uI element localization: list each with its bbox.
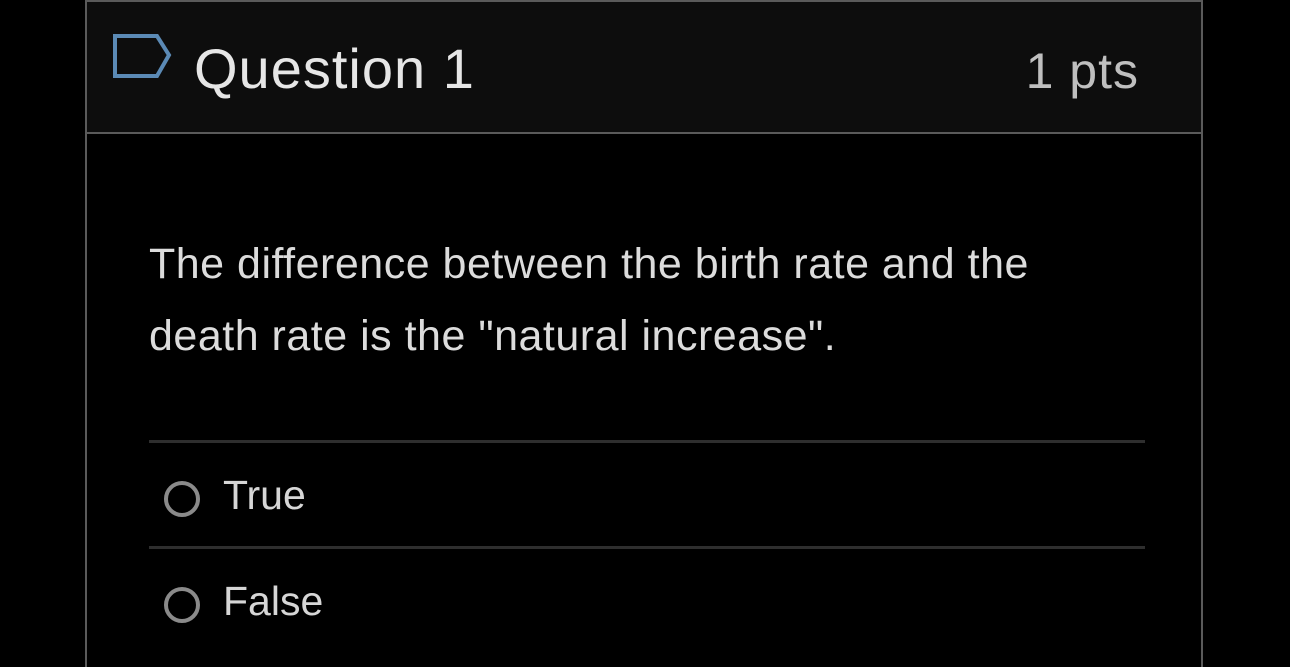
answer-option-true[interactable]: True: [149, 443, 1145, 546]
radio-button-false[interactable]: [164, 586, 200, 623]
question-card: Question 1 1 pts The difference between …: [85, 0, 1203, 667]
answer-option-false[interactable]: False: [149, 549, 1145, 652]
answer-label-true: True: [223, 471, 306, 518]
question-text: The difference between the birth rate an…: [149, 240, 1029, 360]
radio-button-true[interactable]: [164, 480, 200, 517]
question-header: Question 1 1 pts: [87, 2, 1201, 134]
flag-question-icon[interactable]: [111, 32, 175, 82]
answer-list: True False: [149, 440, 1145, 652]
answer-label-false: False: [223, 577, 324, 624]
question-points: 1 pts: [1025, 43, 1139, 99]
question-title: Question 1: [194, 37, 475, 100]
